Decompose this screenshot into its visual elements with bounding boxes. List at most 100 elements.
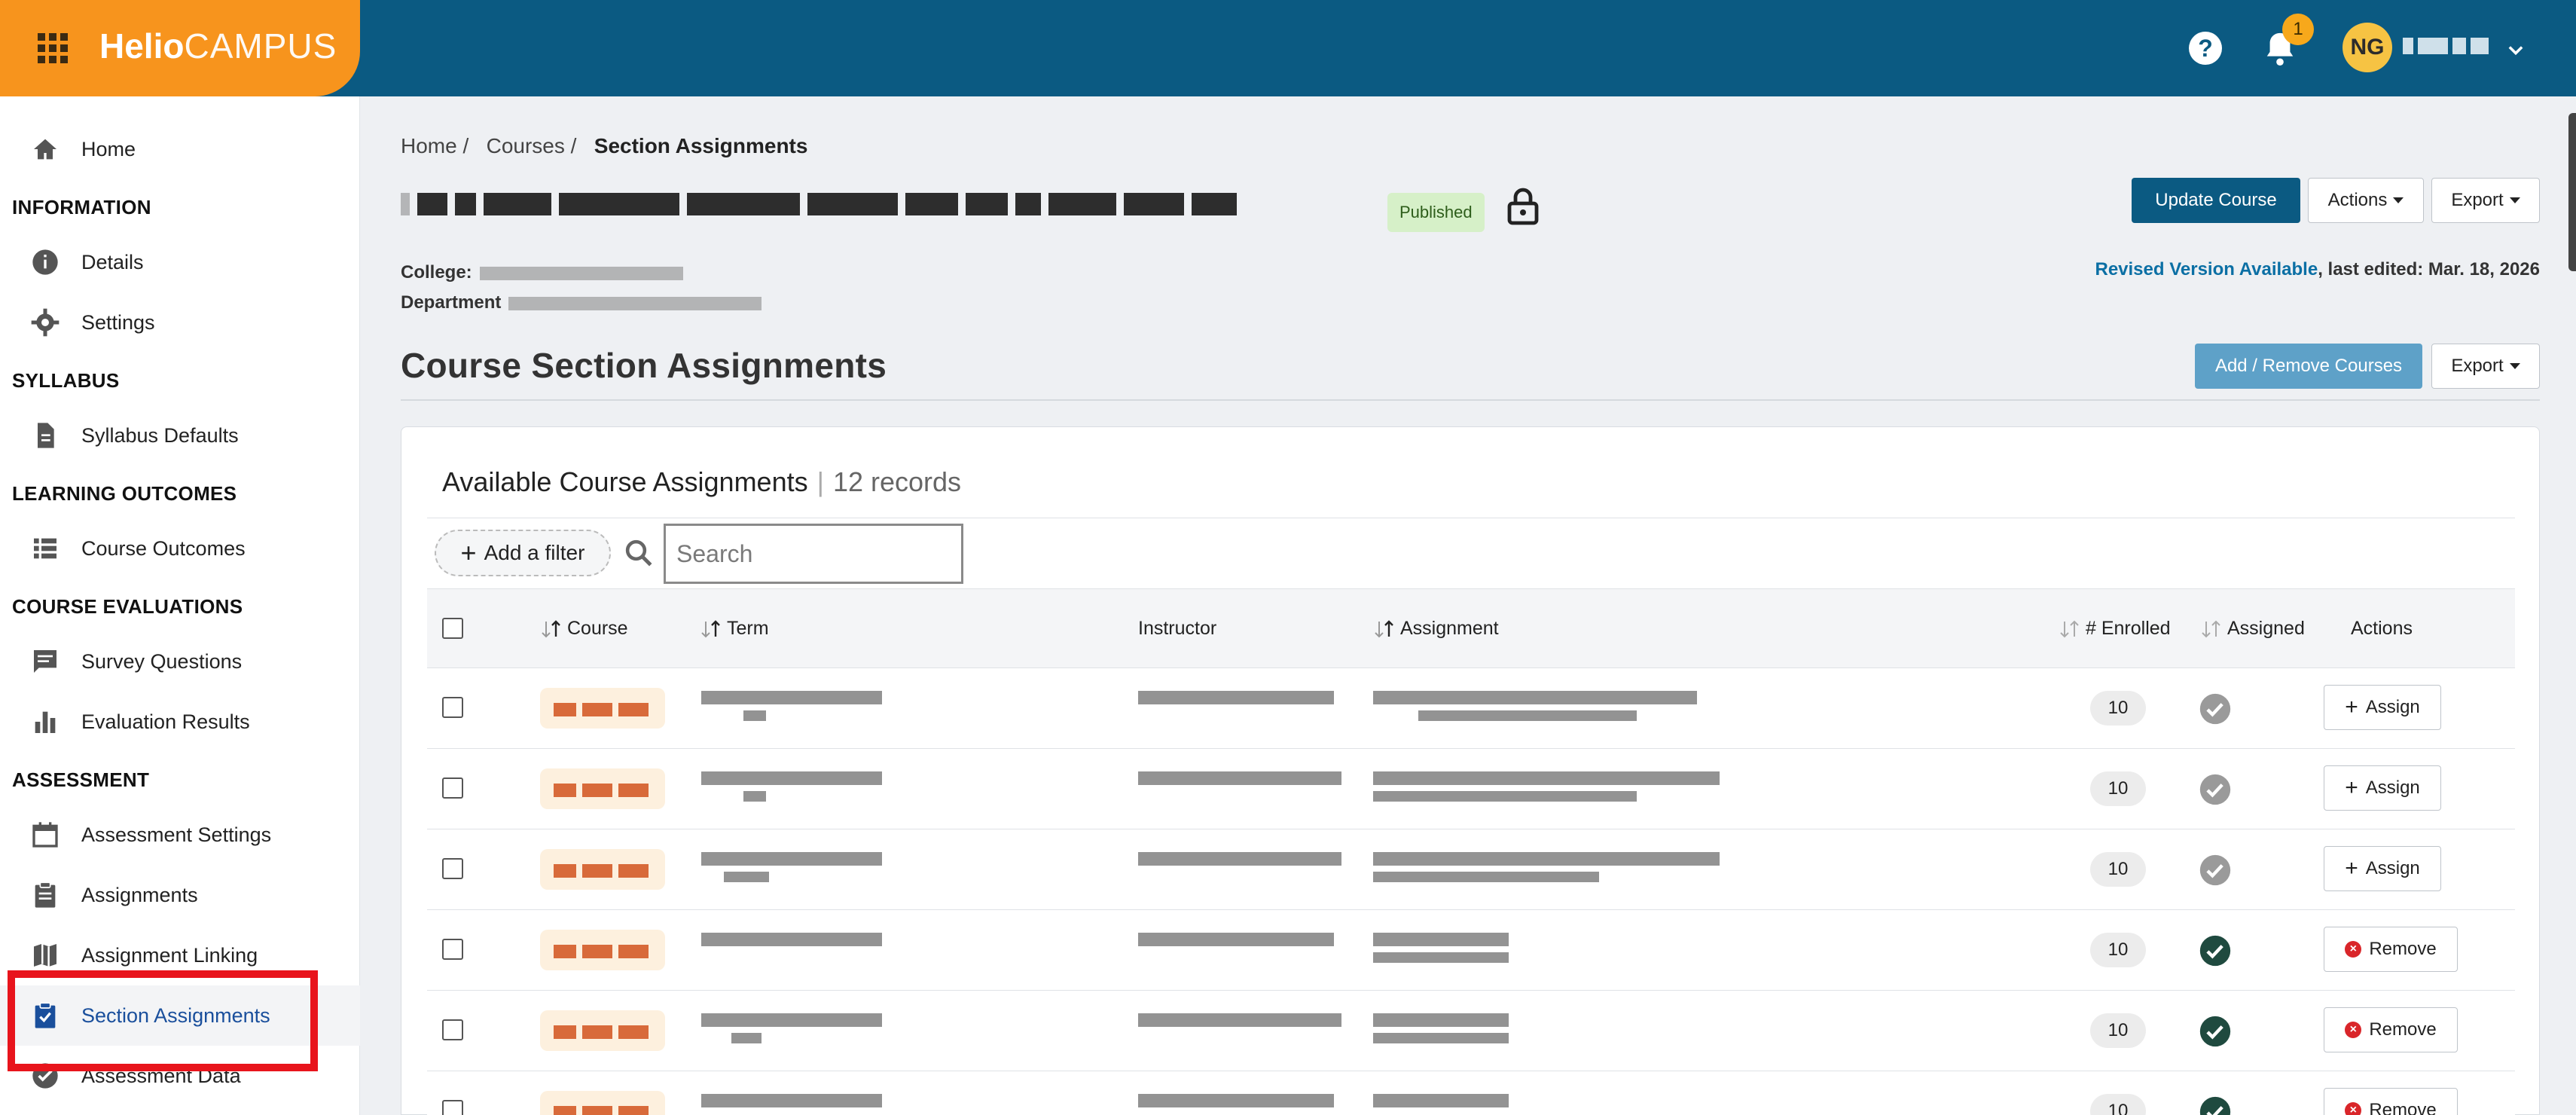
revised-version-link[interactable]: Revised Version Available xyxy=(2095,259,2318,280)
brand-block: HelioCAMPUS xyxy=(0,0,360,96)
table-header: Course Term Instructor Assignment # Enro… xyxy=(427,588,2515,668)
sidebar-item-details[interactable]: Details xyxy=(0,232,360,292)
instructor-redacted xyxy=(1138,933,1334,949)
remove-button[interactable]: × Remove xyxy=(2324,927,2458,972)
export-label: Export xyxy=(2451,190,2504,210)
term-redacted xyxy=(701,1094,882,1110)
status-badge: Published xyxy=(1387,193,1485,232)
remove-button[interactable]: × Remove xyxy=(2324,1007,2458,1052)
check-circle-icon xyxy=(2199,693,2231,725)
assign-label: Assign xyxy=(2365,777,2420,798)
sidebar-item-label: Assessment Settings xyxy=(81,823,272,846)
sidebar-item-syllabus-defaults[interactable]: Syllabus Defaults xyxy=(0,405,360,466)
assign-button[interactable]: + Assign xyxy=(2324,765,2441,811)
enrolled-count: 10 xyxy=(2090,691,2146,726)
department-label: Department xyxy=(401,292,502,313)
breadcrumb-home[interactable]: Home / xyxy=(401,134,469,157)
term-redacted xyxy=(701,933,882,970)
enrolled-count: 10 xyxy=(2090,852,2146,887)
assignment-redacted xyxy=(1373,771,1720,811)
column-label: Term xyxy=(727,618,769,639)
instructor-redacted xyxy=(1138,771,1341,788)
assign-button[interactable]: + Assign xyxy=(2324,685,2441,730)
column-header-term[interactable]: Term xyxy=(700,618,769,640)
caret-down-icon xyxy=(2509,197,2520,203)
add-remove-courses-button[interactable]: Add / Remove Courses xyxy=(2195,344,2422,389)
logo[interactable]: HelioCAMPUS xyxy=(99,26,337,66)
revision-notice: Revised Version Available, last edited: … xyxy=(2095,259,2540,280)
sidebar-item-home[interactable]: Home xyxy=(0,119,360,179)
breadcrumb-courses[interactable]: Courses / xyxy=(487,134,577,157)
select-all-checkbox[interactable] xyxy=(442,618,463,639)
scrollbar-handle[interactable] xyxy=(2568,113,2576,271)
sidebar-item-settings[interactable]: Settings xyxy=(0,292,360,353)
enrolled-count: 10 xyxy=(2090,933,2146,967)
row-checkbox[interactable] xyxy=(442,939,463,960)
app-grid-icon[interactable] xyxy=(38,33,68,63)
sidebar-item-assignments[interactable]: Assignments xyxy=(0,865,360,925)
chevron-down-icon[interactable] xyxy=(2505,39,2526,60)
sidebar-item-course-outcomes[interactable]: Course Outcomes xyxy=(0,518,360,579)
sidebar-item-survey-questions[interactable]: Survey Questions xyxy=(0,631,360,692)
column-header-assigned[interactable]: Assigned xyxy=(2200,618,2305,640)
section-export-dropdown[interactable]: Export xyxy=(2431,344,2540,389)
user-name-redacted[interactable] xyxy=(2403,38,2495,57)
add-filter-button[interactable]: + Add a filter xyxy=(435,530,611,576)
sidebar-item-assessment-settings[interactable]: Assessment Settings xyxy=(0,805,360,865)
row-checkbox[interactable] xyxy=(442,1019,463,1040)
update-course-button[interactable]: Update Course xyxy=(2132,178,2300,223)
column-header-course[interactable]: Course xyxy=(540,618,628,640)
actions-dropdown[interactable]: Actions xyxy=(2308,178,2424,223)
comment-icon xyxy=(34,650,56,673)
sidebar-item-evaluation-results[interactable]: Evaluation Results xyxy=(0,692,360,752)
sidebar-item-label: Home xyxy=(81,137,136,160)
sort-icon xyxy=(2202,620,2220,637)
assignment-redacted xyxy=(1373,691,1697,730)
department-value-redacted xyxy=(508,296,762,310)
row-checkbox[interactable] xyxy=(442,777,463,799)
assignments-card: Available Course Assignments | 12 records … xyxy=(401,426,2540,1115)
bar-chart-icon xyxy=(35,711,56,733)
course-code-redacted xyxy=(540,768,665,809)
help-icon[interactable]: ? xyxy=(2189,32,2222,65)
assignment-redacted xyxy=(1373,1013,1509,1052)
sidebar: Home INFORMATION Details Settings SYLLAB… xyxy=(0,96,360,1115)
lock-icon[interactable] xyxy=(1506,187,1540,226)
column-header-actions: Actions xyxy=(2351,618,2413,640)
college-label: College: xyxy=(401,262,472,283)
annotation-highlight-box xyxy=(8,970,318,1071)
table-row: 10 + Assign xyxy=(427,668,2515,749)
column-header-enrolled[interactable]: # Enrolled xyxy=(2059,618,2171,640)
plus-icon: + xyxy=(460,537,477,568)
course-code-redacted xyxy=(540,688,665,729)
college-value-redacted xyxy=(479,266,683,280)
caret-down-icon xyxy=(2393,197,2404,203)
enrolled-count: 10 xyxy=(2090,1013,2146,1048)
actions-label: Actions xyxy=(2327,190,2388,210)
remove-button[interactable]: × Remove xyxy=(2324,1088,2458,1115)
card-title-separator: | xyxy=(816,466,824,497)
column-label: Assignment xyxy=(1400,618,1499,639)
sidebar-section-header: COURSE EVALUATIONS xyxy=(12,595,243,618)
sidebar-item-label: Assignments xyxy=(81,883,198,906)
sidebar-item-label: Course Outcomes xyxy=(81,536,246,560)
record-count: 12 records xyxy=(832,466,962,497)
column-header-assignment[interactable]: Assignment xyxy=(1373,618,1499,640)
row-checkbox[interactable] xyxy=(442,697,463,718)
plus-icon: + xyxy=(2345,775,2358,800)
column-label: Course xyxy=(567,618,628,639)
document-icon xyxy=(38,423,54,448)
breadcrumb-current: Section Assignments xyxy=(594,134,808,157)
search-input[interactable] xyxy=(664,524,963,584)
column-label: Assigned xyxy=(2227,618,2305,639)
avatar[interactable]: NG xyxy=(2343,23,2392,72)
row-checkbox[interactable] xyxy=(442,1100,463,1115)
column-label: Actions xyxy=(2351,618,2413,639)
assign-button[interactable]: + Assign xyxy=(2324,846,2441,891)
export-dropdown[interactable]: Export xyxy=(2431,178,2540,223)
course-code-redacted xyxy=(540,1091,665,1115)
sidebar-section-header: SYLLABUS xyxy=(12,369,120,392)
row-checkbox[interactable] xyxy=(442,858,463,879)
sidebar-item-label: Evaluation Results xyxy=(81,710,250,733)
assign-label: Assign xyxy=(2365,858,2420,878)
